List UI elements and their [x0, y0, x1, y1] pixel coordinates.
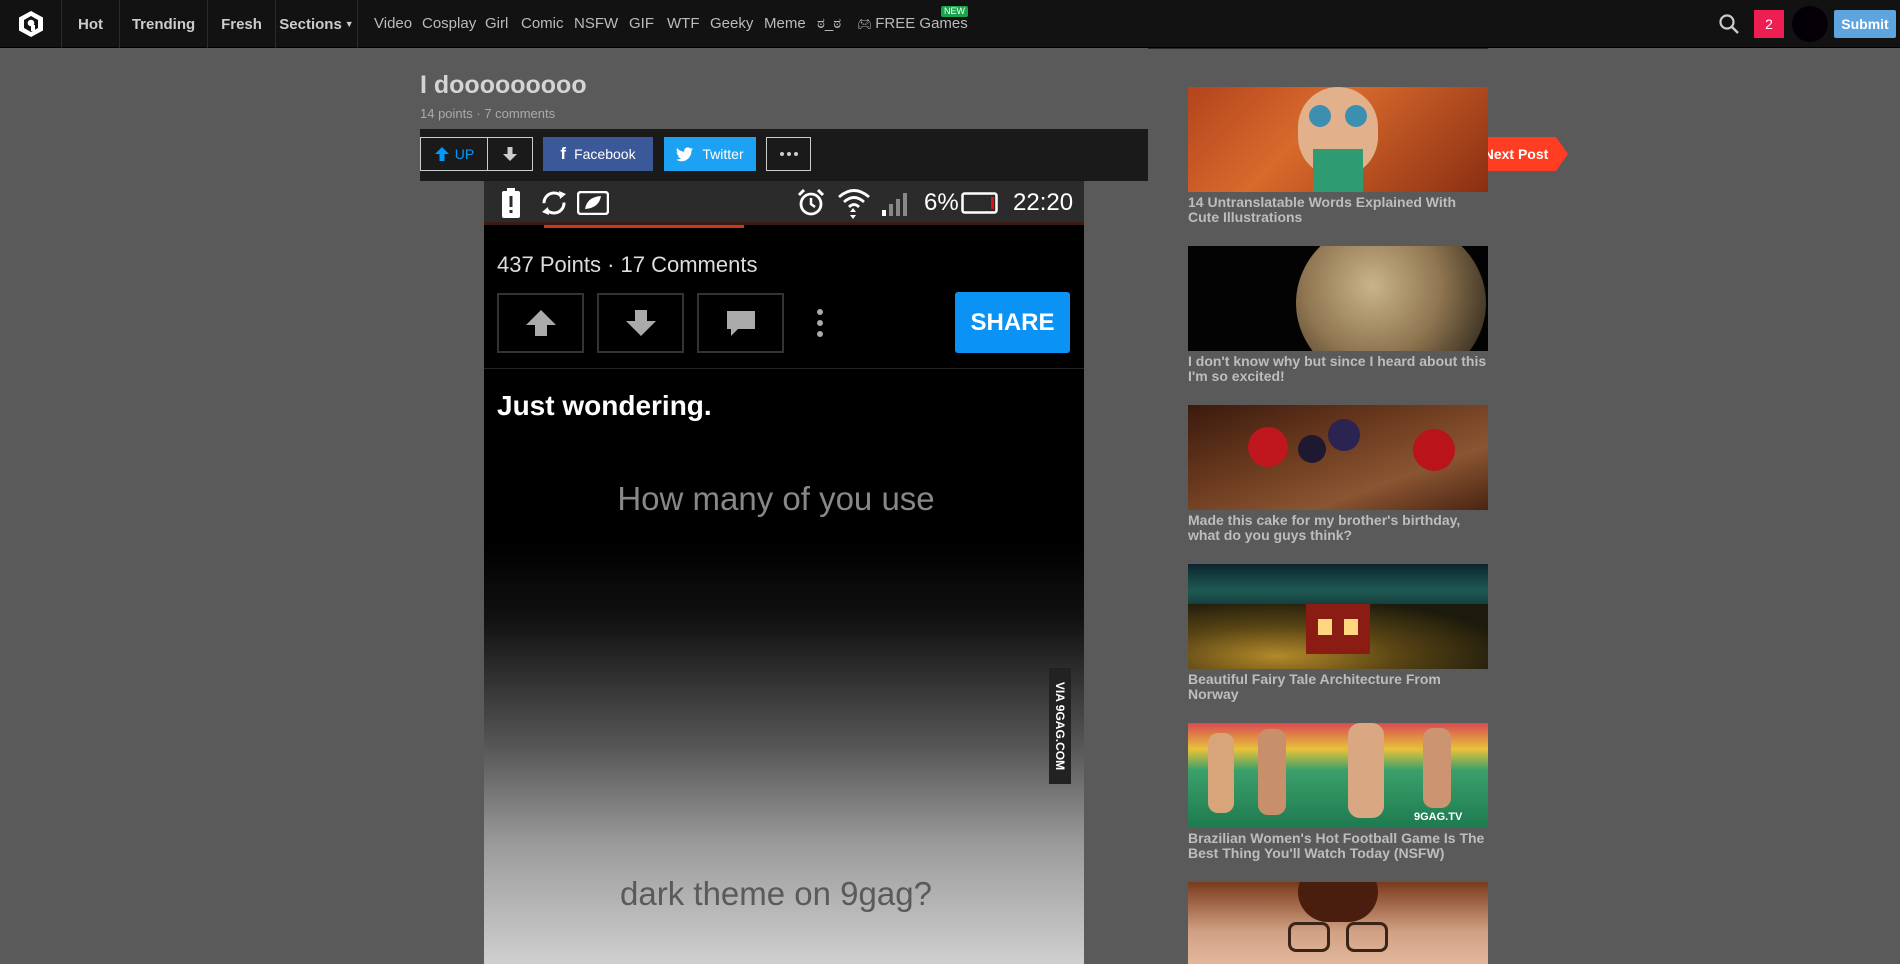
post-points[interactable]: 14 points — [420, 106, 473, 121]
section-nsfw[interactable]: NSFW — [574, 0, 618, 48]
sidebar-item-title[interactable]: Made this cake for my brother's birthday… — [1188, 513, 1488, 543]
nav-trending-label: Trending — [131, 15, 196, 33]
caret-down-icon: ▼ — [344, 19, 354, 29]
next-post-label: Next Post — [1483, 146, 1549, 162]
section-comic[interactable]: Comic — [521, 0, 564, 48]
twitter-bird-icon — [676, 146, 694, 161]
sidebar-item[interactable]: 9GAG.TV Brazilian Women's Hot Football G… — [1188, 723, 1488, 861]
signal-icon — [882, 181, 912, 225]
section-look-of-disapproval[interactable]: ಠ_ಠ — [817, 0, 841, 48]
screenshot-more-icon — [810, 303, 830, 343]
9gag-tv-watermark: 9GAG.TV — [1414, 811, 1463, 823]
nav-hot-label: Hot — [78, 15, 103, 33]
section-video[interactable]: Video — [374, 0, 412, 48]
thumbnail-cake[interactable] — [1188, 405, 1488, 510]
screenshot-text-top: How many of you use — [617, 480, 935, 517]
notification-badge[interactable]: 2 — [1754, 10, 1784, 38]
battery-percent: 6% — [924, 189, 959, 216]
nav-fresh-label: Fresh — [221, 15, 262, 33]
watermark-text: VIA 9GAG.COM — [1053, 681, 1067, 771]
upvote-label: UP — [454, 146, 475, 162]
screenshot-downvote-button — [597, 293, 684, 353]
search-icon[interactable] — [1718, 13, 1740, 35]
comment-icon — [726, 311, 755, 336]
progress-line — [544, 225, 744, 228]
sidebar-item[interactable]: Made this cake for my brother's birthday… — [1188, 405, 1488, 543]
leaf-icon — [577, 181, 609, 225]
section-girl[interactable]: Girl — [485, 0, 508, 48]
section-wtf[interactable]: WTF — [667, 0, 699, 48]
arrow-down-icon — [625, 310, 656, 336]
upvote-button[interactable]: UP — [420, 137, 488, 171]
logo-icon — [18, 11, 43, 37]
sidebar-item-title[interactable]: 14 Untranslatable Words Explained With C… — [1188, 195, 1488, 225]
submit-button[interactable]: Submit — [1834, 10, 1896, 38]
sidebar-item-title[interactable]: Brazilian Women's Hot Football Game Is T… — [1188, 831, 1488, 861]
sidebar-item[interactable]: 14 Untranslatable Words Explained With C… — [1188, 87, 1488, 225]
meta-separator: · — [472, 106, 485, 121]
9gag-logo[interactable] — [0, 0, 62, 48]
screenshot-caption: Just wondering. — [497, 390, 712, 421]
post-meta: 14 points · 7 comments — [420, 106, 555, 121]
sidebar-item[interactable]: Beautiful Fairy Tale Architecture From N… — [1188, 564, 1488, 702]
nav-sections[interactable]: Sections ▼ — [276, 0, 358, 48]
post-image[interactable]: 6% 22:20 437 Points · 17 Comments SHARE … — [484, 181, 1084, 964]
nav-hot[interactable]: Hot — [62, 0, 120, 48]
clock-time: 22:20 — [1013, 189, 1074, 216]
section-meme[interactable]: Meme — [764, 0, 806, 48]
phone-status-bar: 6% 22:20 — [484, 181, 1084, 225]
section-cosplay[interactable]: Cosplay — [422, 0, 476, 48]
thumbnail-football[interactable]: 9GAG.TV — [1188, 723, 1488, 828]
ellipsis-icon — [779, 152, 798, 156]
screenshot-text-bottom: dark theme on 9gag? — [620, 875, 932, 912]
thumbnail-glasses-woman[interactable] — [1188, 882, 1488, 964]
screenshot-comment-button — [697, 293, 784, 353]
sync-icon — [539, 181, 569, 225]
alarm-icon — [796, 181, 826, 225]
arrow-down-icon — [503, 147, 517, 161]
new-badge: NEW — [941, 6, 968, 17]
more-options-button[interactable] — [766, 137, 811, 171]
screenshot-share-button: SHARE — [955, 292, 1070, 353]
facebook-share-button[interactable]: f Facebook — [543, 137, 653, 171]
facebook-label: Facebook — [574, 146, 636, 162]
top-navbar: Hot Trending Fresh Sections ▼ Video Cospl… — [0, 0, 1900, 48]
screenshot-divider — [484, 368, 1084, 369]
nav-sections-label: Sections — [279, 15, 342, 33]
facebook-icon: f — [560, 144, 567, 163]
battery-alert-icon — [502, 181, 520, 225]
thumbnail-planet[interactable] — [1188, 246, 1488, 351]
thumbnail-cartoon-girl[interactable] — [1188, 87, 1488, 192]
post-action-bar: UP f Facebook Twitter Next Post — [420, 129, 1568, 181]
wifi-icon — [837, 181, 871, 225]
nav-trending[interactable]: Trending — [120, 0, 208, 48]
arrow-up-icon — [525, 310, 556, 336]
sidebar-item[interactable]: I don't know why but since I heard about… — [1188, 246, 1488, 384]
avatar[interactable] — [1792, 6, 1828, 42]
sidebar-item[interactable] — [1188, 882, 1488, 964]
gamepad-icon: 🎮︎ — [857, 17, 873, 31]
sidebar-item-title[interactable]: Beautiful Fairy Tale Architecture From N… — [1188, 672, 1488, 702]
watermark: VIA 9GAG.COM — [1049, 668, 1071, 784]
thumbnail-cabin[interactable] — [1188, 564, 1488, 669]
section-gif[interactable]: GIF — [629, 0, 654, 48]
nav-fresh[interactable]: Fresh — [208, 0, 276, 48]
battery-icon — [961, 181, 1001, 225]
downvote-button[interactable] — [488, 137, 533, 171]
post-title: I dooooooooo — [420, 71, 587, 99]
screenshot-points-comments: 437 Points · 17 Comments — [497, 252, 758, 277]
arrow-up-icon — [434, 147, 449, 161]
twitter-share-button[interactable]: Twitter — [664, 137, 756, 171]
post-comments-link[interactable]: 7 comments — [484, 106, 555, 121]
screenshot-upvote-button — [497, 293, 584, 353]
free-games-label: FREE Games — [875, 15, 968, 32]
sidebar-top-divider — [1148, 48, 1488, 49]
sidebar-item-title[interactable]: I don't know why but since I heard about… — [1188, 354, 1488, 384]
section-geeky[interactable]: Geeky — [710, 0, 753, 48]
twitter-label: Twitter — [702, 146, 744, 162]
next-post-button[interactable]: Next Post — [1476, 137, 1568, 171]
